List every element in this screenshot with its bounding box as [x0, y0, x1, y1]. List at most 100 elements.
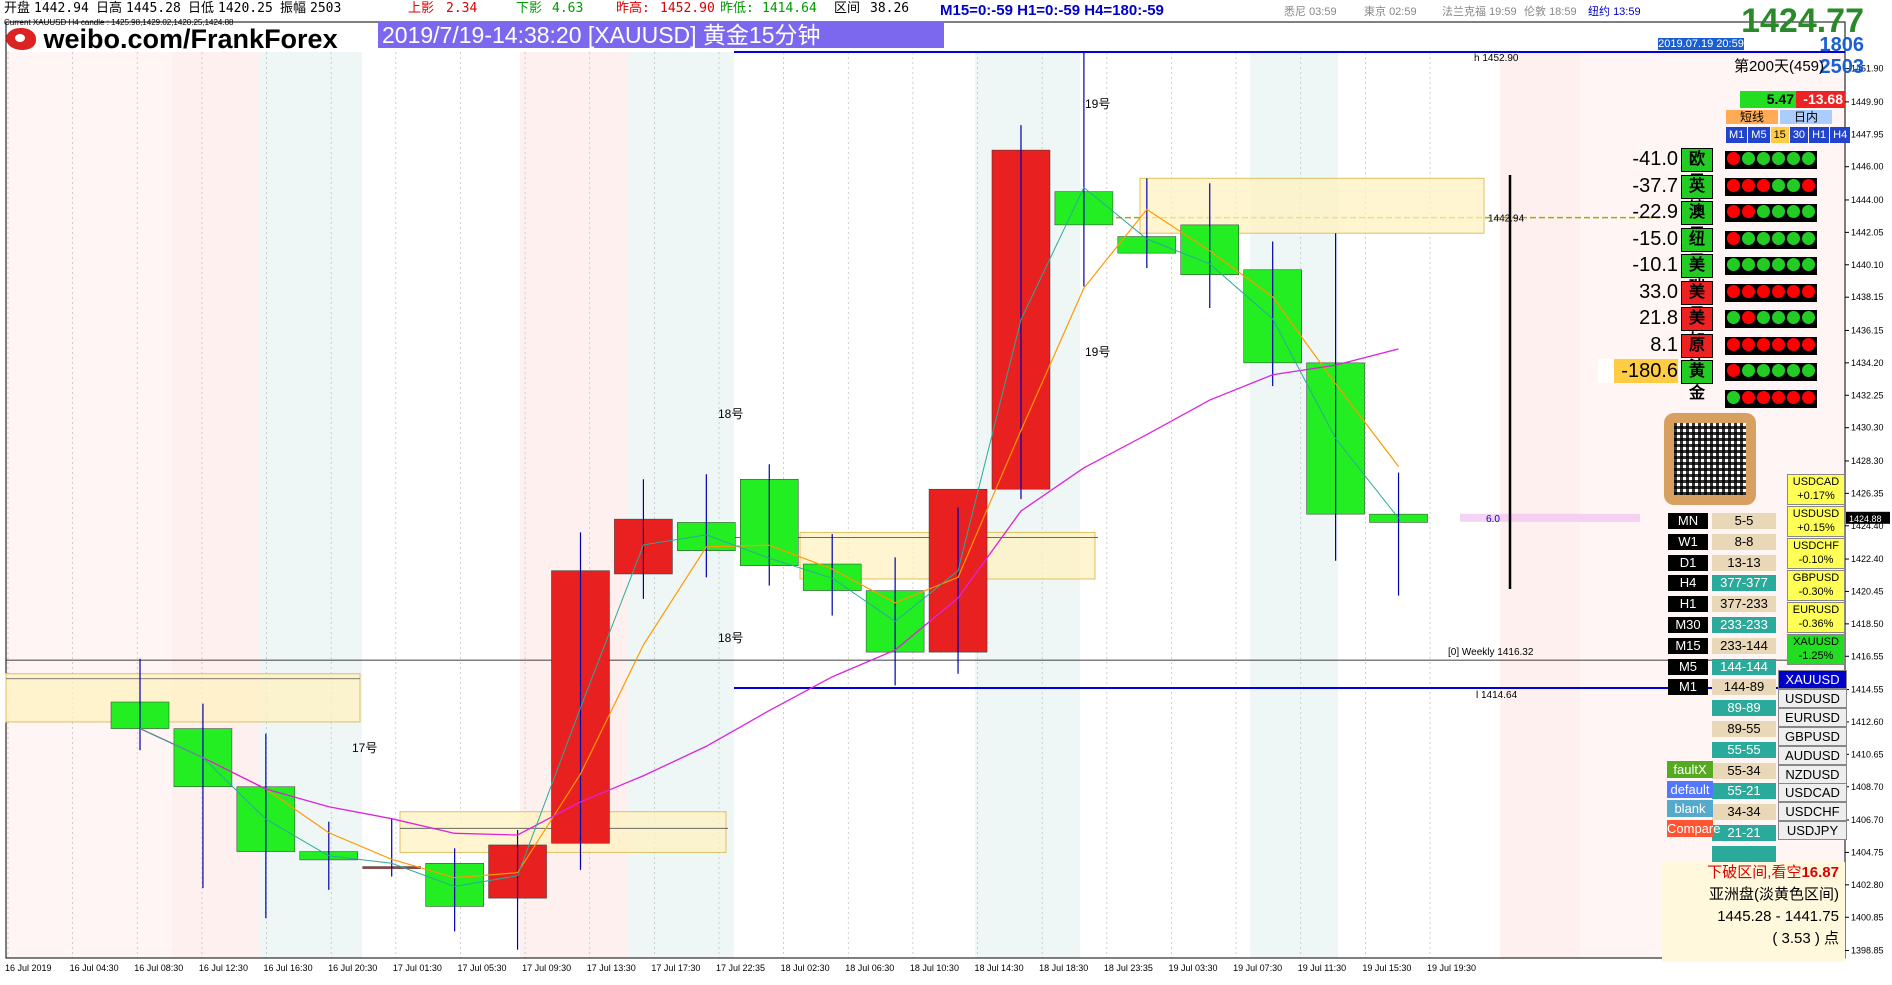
x-tick-label: 17 Jul 01:30 [393, 963, 442, 973]
mtf-tag[interactable]: M5 [1668, 658, 1708, 675]
change-box[interactable]: USDUSD +0.15% [1787, 506, 1845, 537]
mtf-tag[interactable]: M15 [1668, 637, 1708, 654]
upper-shadow-label: 上影 [408, 1, 435, 16]
interval-value: 38.26 [870, 1, 910, 16]
upper-shadow-value: 2.34 [446, 1, 478, 16]
signal-dot [1742, 258, 1755, 271]
change-box[interactable]: XAUUSD -1.25% [1787, 634, 1845, 665]
x-tick-label: 18 Jul 23:35 [1104, 963, 1153, 973]
session-band [6, 52, 172, 958]
signal-dot [1772, 152, 1785, 165]
low-label: 日低 [188, 1, 215, 16]
mtf-row: MN 5-5 [1668, 513, 1776, 529]
currency-name[interactable]: 欧元 [1681, 148, 1713, 190]
signal-dot [1742, 231, 1755, 245]
level-label-low: l 1414.64 [1476, 690, 1518, 701]
mtf-tag[interactable]: W1 [1668, 533, 1708, 550]
mtf-tag[interactable]: H4 [1668, 575, 1708, 592]
qr-code [1664, 413, 1756, 505]
date-box: 2019.07.19 20:59 [1658, 38, 1744, 50]
clock-time: 18:59 [1549, 6, 1577, 18]
x-tick-label: 18 Jul 18:30 [1039, 963, 1088, 973]
currency-strength-value: -37.7 [1632, 174, 1678, 197]
currency-name[interactable]: 美日 [1681, 280, 1713, 323]
currency-strength-value: -15.0 [1632, 227, 1678, 250]
symbol-button[interactable]: USDCAD [1778, 783, 1847, 803]
currency-name[interactable]: 美瑞 [1681, 254, 1713, 296]
symbol-button[interactable]: XAUUSD [1778, 670, 1847, 689]
symbol-button[interactable]: USDUSD [1778, 688, 1847, 708]
mtf-value: 13-13 [1712, 554, 1776, 571]
signal-dot [1787, 284, 1800, 298]
tf-tab-M1[interactable]: M1 [1726, 127, 1748, 143]
signal-dot [1772, 284, 1785, 298]
side-button-blank[interactable]: blank [1667, 800, 1713, 817]
change-box[interactable]: GBPUSD -0.30% [1787, 570, 1845, 601]
tf-tab-15[interactable]: 15 [1770, 127, 1789, 143]
mtf-row: H1 377-233 [1668, 596, 1776, 613]
y-tick-label: 1406.70 [1851, 815, 1884, 825]
side-button-default[interactable]: default [1667, 780, 1713, 798]
change-box[interactable]: USDCAD +0.17% [1787, 474, 1845, 505]
signal-dot [1802, 284, 1815, 298]
y-tick-label: 1442.05 [1851, 227, 1884, 237]
tf-status: M15=0:-59 H1=0:-59 H4=180:-59 [940, 2, 1164, 19]
currency-name[interactable]: 澳元 [1681, 201, 1713, 243]
signal-dots [1725, 363, 1817, 381]
change-percent: +0.15% [1797, 522, 1835, 534]
symbol-button[interactable]: USDJPY [1778, 821, 1847, 841]
side-button-faultx[interactable]: faultX [1667, 761, 1713, 778]
mtf-tag[interactable]: M1 [1668, 679, 1708, 696]
session-band [1500, 52, 1580, 958]
clock-city: 伦敦 [1524, 6, 1550, 18]
currency-name[interactable]: 纽元 [1681, 227, 1713, 270]
clock-0: 悉尼 03:59 [1284, 3, 1337, 19]
side-button-compare[interactable]: Compare [1667, 819, 1720, 837]
day-annotation: 19号 [1085, 97, 1110, 111]
signal-dot [1757, 390, 1770, 404]
change-box[interactable]: USDCHF -0.10% [1787, 538, 1845, 569]
y-tick-label: 1428.30 [1851, 456, 1884, 466]
symbol-button[interactable]: NZDUSD [1778, 764, 1847, 784]
tf-tab-M5[interactable]: M5 [1748, 127, 1770, 143]
tf-tab-H1[interactable]: H1 [1809, 127, 1830, 143]
range-label: 振幅 [280, 1, 307, 16]
clock-city: 東京 [1364, 6, 1390, 18]
info-range: 1445.28 - 1441.75 [1717, 908, 1839, 925]
level-label-weekly: [0] Weekly 1416.32 [1448, 647, 1534, 658]
mtf-tag[interactable]: M30 [1668, 617, 1708, 633]
info-breakdown-value: 16.87 [1801, 864, 1839, 881]
signal-dot [1802, 258, 1815, 271]
change-symbol: EURUSD [1792, 604, 1840, 616]
currency-name[interactable]: 原油 [1681, 333, 1713, 376]
mtf-tag[interactable]: MN [1668, 513, 1708, 529]
y-tick-label: 1446.00 [1851, 162, 1884, 172]
negative-value: -13.68 [1796, 91, 1845, 108]
mtf-tag[interactable]: H1 [1668, 596, 1708, 613]
signal-dot [1787, 178, 1800, 192]
tf-tab-H4[interactable]: H4 [1830, 127, 1851, 143]
symbol-button[interactable]: GBPUSD [1778, 726, 1847, 746]
y-tick-label: 1412.60 [1851, 717, 1884, 727]
tab-short-term[interactable]: 短线 [1726, 110, 1778, 124]
brand-text: weibo.com/FrankForex [43, 24, 338, 54]
high-label: 日高 [96, 1, 123, 16]
symbol-button[interactable]: AUDUSD [1778, 745, 1847, 765]
signal-dot [1802, 152, 1815, 165]
symbol-button[interactable]: EURUSD [1778, 707, 1847, 727]
y-tick-label: 1440.10 [1851, 260, 1884, 270]
x-tick-label: 18 Jul 06:30 [845, 963, 894, 973]
x-tick-label: 18 Jul 14:30 [975, 963, 1024, 973]
symbol-button[interactable]: USDCHF [1778, 802, 1847, 822]
tf-tab-30[interactable]: 30 [1789, 127, 1809, 143]
currency-name[interactable]: 黄金 [1681, 360, 1713, 402]
currency-name[interactable]: 英镑 [1681, 174, 1713, 217]
mtf-tag[interactable]: D1 [1668, 554, 1708, 571]
change-box[interactable]: EURUSD -0.36% [1787, 602, 1845, 633]
lower-shadow-label: 下影 [516, 1, 543, 16]
signal-dot [1757, 364, 1770, 377]
tab-intraday[interactable]: 日内 [1780, 110, 1832, 124]
signal-dot [1757, 337, 1770, 351]
day-annotation: 19号 [1085, 345, 1110, 359]
currency-name[interactable]: 美加 [1681, 307, 1713, 349]
